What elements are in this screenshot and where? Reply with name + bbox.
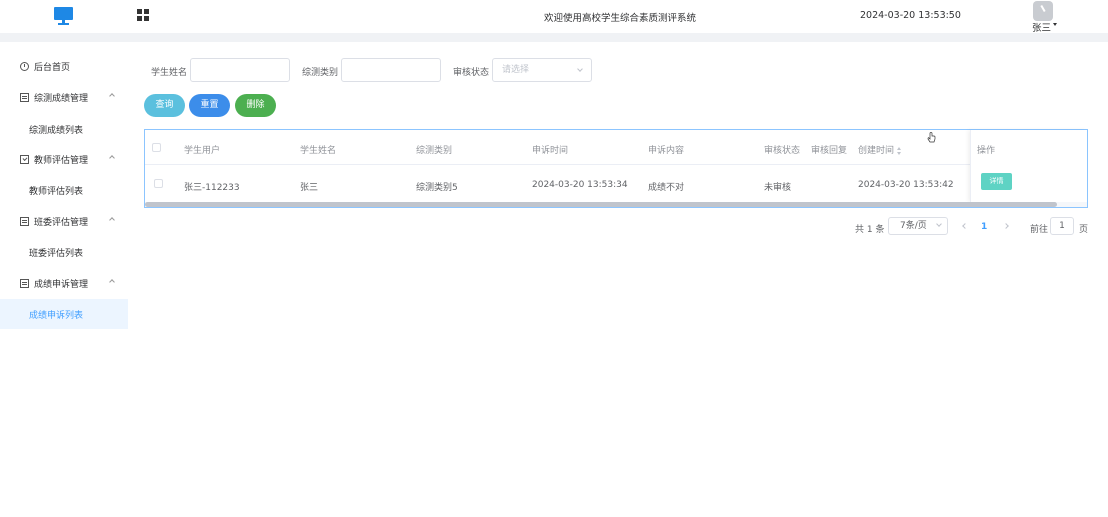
delete-button[interactable]: 删除 [235, 94, 276, 117]
sort-icon[interactable] [897, 146, 902, 155]
sidebar-item-label: 后台首页 [34, 62, 71, 73]
detail-button[interactable]: 详情 [981, 173, 1012, 190]
column-header: 综测类别 [416, 146, 453, 156]
appeal-table: 学生用户 学生姓名 综测类别 申诉时间 申诉内容 审核状态 审核回复 创建时间 … [144, 129, 1088, 208]
top-header: 欢迎使用高校学生综合素质测评系统 2024-03-20 13:53:50 张三 [0, 0, 1108, 34]
sidebar-group-teacher-evaluation[interactable]: 教师评估管理 [0, 144, 128, 174]
horizontal-scrollbar[interactable] [145, 202, 1087, 207]
column-header: 审核状态 [764, 146, 801, 156]
page-size-value: 7条/页 [900, 221, 927, 231]
row-divider [145, 164, 1087, 165]
status-select-placeholder: 请选择 [502, 65, 530, 75]
sidebar-item-home[interactable]: 后台首页 [0, 51, 128, 81]
sidebar-item-label: 综测成绩列表 [29, 125, 84, 136]
next-page-icon[interactable] [1003, 223, 1009, 229]
monitor-logo-icon [54, 7, 73, 25]
system-title: 欢迎使用高校学生综合素质测评系统 [543, 13, 696, 24]
sidebar-item-appeal-list[interactable]: 成绩申诉列表 [0, 299, 128, 329]
sidebar-item-label: 教师评估列表 [29, 186, 84, 197]
document-icon [20, 216, 29, 226]
category-input[interactable] [341, 58, 441, 82]
student-name-label: 学生姓名 [151, 68, 188, 78]
student-name-input[interactable] [190, 58, 290, 82]
sidebar-item-committee-evaluation-list[interactable]: 班委评估列表 [0, 237, 128, 267]
avatar[interactable] [1033, 1, 1053, 21]
column-header-label: 创建时间 [858, 146, 895, 156]
cell-appeal-content: 成绩不对 [648, 183, 685, 193]
grid-menu-icon[interactable] [137, 9, 149, 21]
column-header: 申诉时间 [532, 146, 569, 156]
cell-appeal-time: 2024-03-20 13:53:34 [532, 180, 628, 190]
document-icon [20, 92, 29, 102]
chevron-down-icon[interactable] [1053, 23, 1057, 26]
sidebar-item-label: 成绩申诉管理 [34, 279, 89, 290]
goto-page-input[interactable]: 1 [1050, 217, 1074, 235]
sidebar: 后台首页 综测成绩管理 综测成绩列表 教师评估管理 教师评估列表 班委评估管理 … [0, 42, 128, 517]
clock-icon [20, 61, 29, 71]
cell-created-time: 2024-03-20 13:53:42 [858, 180, 954, 190]
user-name[interactable]: 张三 [1032, 20, 1051, 34]
sidebar-item-label: 班委评估管理 [34, 217, 89, 228]
column-header: 学生用户 [184, 146, 221, 156]
query-button[interactable]: 查询 [144, 94, 185, 117]
current-page-number[interactable]: 1 [981, 222, 987, 232]
status-label: 审核状态 [453, 68, 490, 78]
page-size-select[interactable]: 7条/页 [888, 217, 948, 235]
column-header-created-time[interactable]: 创建时间 [858, 143, 902, 156]
reset-button[interactable]: 重置 [189, 94, 230, 117]
sidebar-item-label: 班委评估列表 [29, 248, 84, 259]
chevron-down-icon [936, 221, 942, 227]
checkbox-icon [20, 154, 29, 164]
fixed-actions-column: 操作 [970, 130, 1087, 202]
sidebar-item-label: 综测成绩管理 [34, 93, 89, 104]
select-all-checkbox[interactable] [152, 143, 161, 152]
column-header: 申诉内容 [648, 146, 685, 156]
document-icon [20, 278, 29, 288]
page-suffix-label: 页 [1079, 225, 1089, 235]
cell-category: 综测类别5 [416, 183, 458, 193]
goto-label: 前往 [1030, 225, 1049, 235]
current-datetime: 2024-03-20 13:53:50 [860, 10, 961, 21]
main-content: 学生姓名 综测类别 审核状态 请选择 查询 重置 删除 学生用户 学生姓名 综测… [128, 42, 1108, 517]
sidebar-group-score-management[interactable]: 综测成绩管理 [0, 82, 128, 112]
chevron-up-icon [109, 155, 115, 161]
cell-student-name: 张三 [300, 183, 319, 193]
sidebar-item-score-list[interactable]: 综测成绩列表 [0, 114, 128, 144]
pagination-total: 共 1 条 [855, 225, 885, 235]
chevron-down-icon [577, 66, 583, 72]
sidebar-item-teacher-evaluation-list[interactable]: 教师评估列表 [0, 175, 128, 205]
chevron-up-icon [109, 279, 115, 285]
column-header: 审核回复 [811, 146, 848, 156]
chevron-up-icon [109, 93, 115, 99]
sidebar-item-label: 教师评估管理 [34, 155, 89, 166]
category-label: 综测类别 [302, 68, 339, 78]
scrollbar-thumb[interactable] [145, 202, 1057, 207]
sidebar-group-appeal-management[interactable]: 成绩申诉管理 [0, 268, 128, 298]
sidebar-group-committee-evaluation[interactable]: 班委评估管理 [0, 206, 128, 236]
chevron-up-icon [109, 217, 115, 223]
hand-cursor-icon [927, 132, 936, 143]
column-header: 操作 [977, 146, 996, 156]
sidebar-item-label: 成绩申诉列表 [29, 310, 84, 321]
cell-student-user: 张三-112233 [184, 183, 240, 193]
column-header: 学生姓名 [300, 146, 337, 156]
cell-review-status: 未审核 [764, 183, 792, 193]
status-select[interactable]: 请选择 [492, 58, 592, 82]
prev-page-icon[interactable] [962, 223, 968, 229]
row-checkbox[interactable] [154, 179, 163, 188]
